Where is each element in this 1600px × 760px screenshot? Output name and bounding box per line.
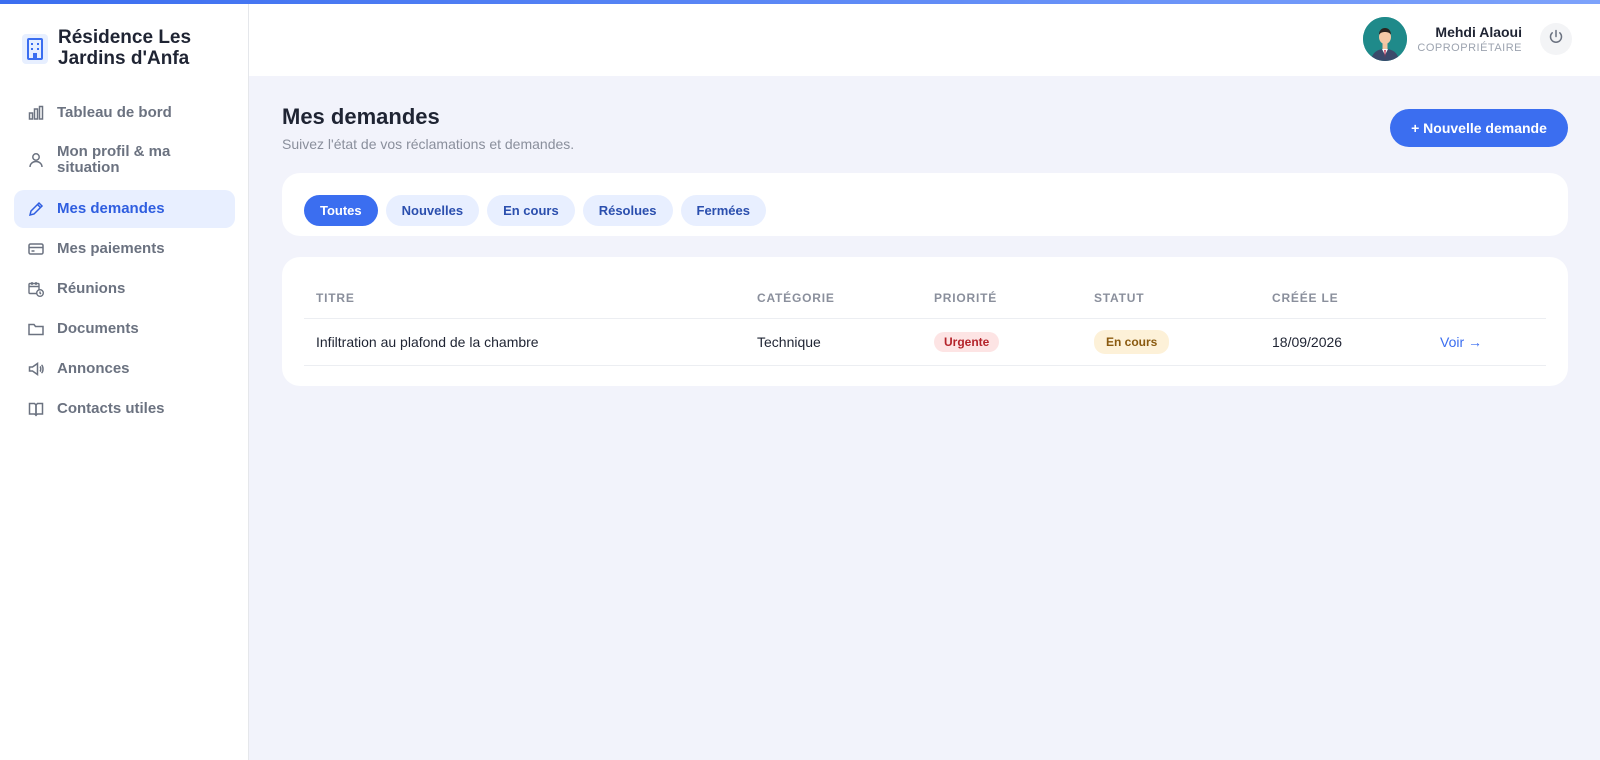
sidebar-item-label: Tableau de bord (57, 104, 172, 121)
column-header-statut: STATUT (1094, 291, 1145, 305)
pencil-icon (28, 201, 44, 217)
building-icon (22, 34, 48, 64)
filter-nouvelles[interactable]: Nouvelles (385, 195, 480, 226)
table-header: TITRE CATÉGORIE PRIORITÉ STATUT CRÉÉE LE (304, 279, 1546, 319)
sidebar-item-mes-demandes[interactable]: Mes demandes (14, 190, 235, 228)
credit-card-icon (28, 241, 44, 257)
sidebar-item-label: Annonces (57, 360, 130, 377)
sidebar-item-label: Mes demandes (57, 200, 165, 217)
filter-fermees[interactable]: Fermées (680, 195, 766, 226)
column-header-titre: TITRE (316, 291, 355, 305)
requests-table: TITRE CATÉGORIE PRIORITÉ STATUT CRÉÉE LE… (282, 257, 1568, 386)
sidebar-item-mon-profil[interactable]: Mon profil & ma situation (14, 134, 235, 186)
sidebar: Résidence Les Jardins d'Anfa Tableau de … (0, 0, 249, 760)
sidebar-item-contacts-utiles[interactable]: Contacts utiles (14, 390, 235, 428)
sidebar-item-label: Réunions (57, 280, 126, 297)
filter-toutes[interactable]: Toutes (304, 195, 378, 226)
logout-button[interactable] (1540, 23, 1572, 55)
top-accent-bar (0, 0, 1600, 4)
book-icon (28, 401, 44, 417)
user-info: Mehdi Alaoui COPROPRIÉTAIRE (1417, 24, 1522, 54)
filter-resolues[interactable]: Résolues (582, 195, 673, 226)
sidebar-item-label: Documents (57, 320, 139, 337)
megaphone-icon (28, 361, 44, 377)
filter-en-cours[interactable]: En cours (487, 195, 575, 226)
view-link[interactable]: Voir → (1440, 334, 1482, 350)
user-name: Mehdi Alaoui (1435, 24, 1522, 40)
page-title: Mes demandes (282, 104, 440, 129)
column-header-creee-le: CRÉÉE LE (1272, 291, 1339, 305)
priority-badge: Urgente (934, 332, 1000, 352)
avatar[interactable] (1363, 17, 1408, 61)
power-icon (1548, 29, 1564, 50)
sidebar-item-documents[interactable]: Documents (14, 310, 235, 348)
table-row[interactable]: Infiltration au plafond de la chambre Te… (304, 319, 1546, 366)
page-subtitle: Suivez l'état de vos réclamations et dem… (282, 136, 575, 152)
user-menu[interactable]: Mehdi Alaoui COPROPRIÉTAIRE (1363, 17, 1572, 61)
folder-icon (28, 321, 44, 337)
brand-title: Résidence Les Jardins d'Anfa (58, 27, 192, 69)
sidebar-item-label: Contacts utiles (57, 400, 165, 417)
top-header: Mehdi Alaoui COPROPRIÉTAIRE (249, 4, 1600, 76)
sidebar-item-annonces[interactable]: Annonces (14, 350, 235, 388)
sidebar-item-reunions[interactable]: Réunions (14, 270, 235, 308)
cell-category: Technique (757, 334, 821, 350)
status-filters: Toutes Nouvelles En cours Résolues Fermé… (304, 195, 774, 226)
user-role: COPROPRIÉTAIRE (1417, 42, 1522, 54)
sidebar-nav: Tableau de bord Mon profil & ma situatio… (14, 94, 235, 430)
sidebar-item-tableau-de-bord[interactable]: Tableau de bord (14, 94, 235, 132)
sidebar-item-label: Mon profil & ma situation (57, 143, 171, 176)
user-icon (28, 152, 44, 168)
sidebar-item-label: Mes paiements (57, 240, 165, 257)
brand[interactable]: Résidence Les Jardins d'Anfa (22, 27, 218, 69)
column-header-priorite: PRIORITÉ (934, 291, 998, 305)
new-request-button[interactable]: + Nouvelle demande (1390, 109, 1568, 147)
calendar-clock-icon (28, 281, 44, 297)
cell-title: Infiltration au plafond de la chambre (316, 334, 539, 350)
filters-card: Toutes Nouvelles En cours Résolues Fermé… (282, 173, 1568, 236)
cell-created-date: 18/09/2026 (1272, 334, 1343, 350)
bar-chart-icon (28, 105, 44, 121)
status-badge: En cours (1094, 330, 1170, 354)
column-header-categorie: CATÉGORIE (757, 291, 835, 305)
sidebar-item-mes-paiements[interactable]: Mes paiements (14, 230, 235, 268)
